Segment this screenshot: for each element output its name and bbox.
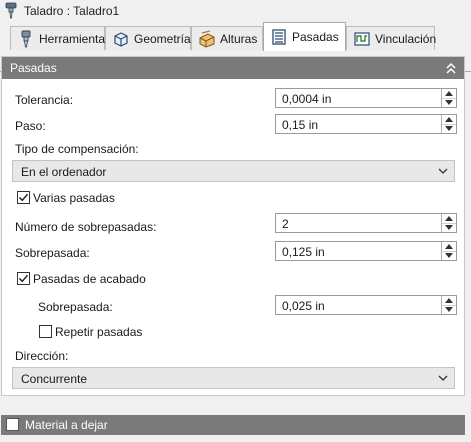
stepover-count-label: Número de sobrepasadas: [15,220,157,234]
stepover-label: Sobrepasada: [15,246,90,260]
tab-alturas[interactable]: Alturas [191,26,263,50]
tab-strip: Herramienta Geometría Alturas Pasadas Vi… [0,22,471,72]
spinner-arrows [441,242,456,260]
spinner-arrows [441,214,456,232]
finishing-passes-checkbox[interactable] [17,272,30,285]
cube-geometry-icon [114,31,128,47]
stock-to-leave-label[interactable]: Material a dejar [25,418,108,432]
chevron-down-icon [438,168,448,174]
direction-value: Concurrente [21,372,88,386]
tab-herramienta[interactable]: Herramienta [10,26,105,50]
drill-icon [5,2,17,19]
direction-select[interactable]: Concurrente [12,367,455,389]
step-field[interactable]: 0,15 in [275,114,457,134]
stepover-count-field[interactable]: 2 [275,213,457,233]
finishing-stepover-value: 0,025 in [282,299,325,313]
drill-tool-icon [21,30,31,47]
stepover-field[interactable]: 0,125 in [275,241,457,261]
compensation-label: Tipo de compensación: [15,142,139,156]
passes-icon [272,29,286,45]
tab-vinculacion[interactable]: Vinculación [346,26,437,50]
step-value: 0,15 in [282,118,319,132]
tolerance-label: Tolerancia: [15,93,74,107]
spin-down-icon[interactable] [442,223,456,232]
finishing-stepover-field[interactable]: 0,025 in [275,295,457,315]
tab-geometria[interactable]: Geometría [105,26,191,50]
tab-pasadas[interactable]: Pasadas [263,22,346,51]
multiple-passes-checkbox[interactable] [17,191,30,204]
checkmark-icon [18,274,29,283]
stepover-count-value: 2 [282,217,289,231]
spinner-arrows [441,89,456,107]
passes-panel: Pasadas Tolerancia: 0,0004 in Paso: 0,15… [1,56,465,396]
panel-header[interactable]: Pasadas [2,57,464,79]
checkmark-icon [18,193,29,202]
direction-label: Dirección: [15,349,69,363]
spinner-arrows [441,115,456,133]
tab-label: Geometría [134,31,191,46]
tab-label: Vinculación [375,31,437,46]
spin-down-icon[interactable] [442,124,456,133]
tolerance-value: 0,0004 in [282,92,332,106]
stock-to-leave-header[interactable]: Material a dejar [1,415,465,435]
finishing-stepover-label: Sobrepasada: [38,300,113,314]
tab-label: Herramienta [39,31,106,46]
compensation-select[interactable]: En el ordenador [12,160,455,182]
window-title: Taladro : Taladro1 [24,4,120,18]
stepover-value: 0,125 in [282,245,325,259]
finishing-passes-label[interactable]: Pasadas de acabado [33,272,146,286]
window-titlebar: Taladro : Taladro1 [0,0,471,22]
spin-down-icon[interactable] [442,305,456,314]
tolerance-field[interactable]: 0,0004 in [275,88,457,108]
double-chevron-up-icon[interactable] [445,61,457,75]
tab-label: Pasadas [292,30,339,44]
heights-icon [199,29,215,48]
chevron-down-icon [438,375,448,381]
spin-down-icon[interactable] [442,251,456,260]
repeat-passes-checkbox[interactable] [39,325,52,338]
repeat-passes-label[interactable]: Repetir pasadas [55,325,142,339]
stock-to-leave-checkbox[interactable] [6,418,19,431]
linking-icon [354,31,370,46]
step-label: Paso: [15,119,46,133]
spinner-arrows [441,296,456,314]
panel-title: Pasadas [10,61,57,75]
spin-down-icon[interactable] [442,98,456,107]
compensation-value: En el ordenador [21,165,107,179]
multiple-passes-label[interactable]: Varias pasadas [33,191,115,205]
tab-label: Alturas [220,31,258,46]
